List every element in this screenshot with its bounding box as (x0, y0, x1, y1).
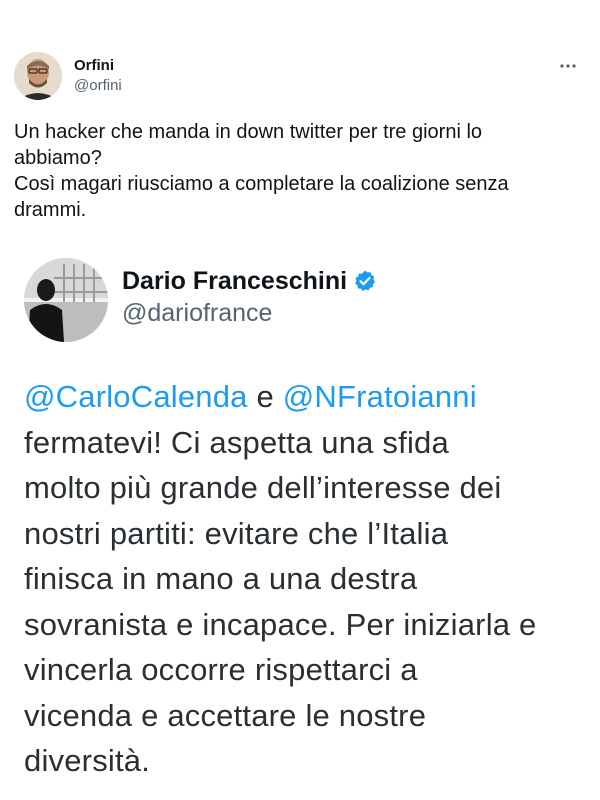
tweet-text-line: Un hacker che manda in down twitter per … (14, 121, 483, 143)
orfini-avatar-image (14, 52, 62, 100)
quoted-text-line: finisca in mano a una destra (24, 561, 418, 596)
quoted-text-line: molto più grande dell’interesse dei (24, 470, 502, 505)
quoted-text-line: vicenda e accettare le nostre (24, 697, 427, 733)
mention-link: @NFratoianni (282, 379, 477, 414)
avatar (24, 258, 108, 342)
mention-link: @CarloCalenda (24, 379, 248, 414)
quoted-tweet-header: Dario Franceschini @dariofrance (24, 258, 377, 342)
quoted-text-line: nostri partiti: evitare che l’Italia (24, 515, 449, 551)
quoted-tweet-text: @CarloCalenda e @NFratoianni fermatevi! … (24, 374, 584, 784)
franceschini-avatar-image (24, 258, 108, 342)
quoted-text-line: diversità. (24, 743, 151, 778)
quoted-user-names: Dario Franceschini @dariofrance (122, 265, 377, 329)
quoted-text-line: sovranista e incapace. Per iniziarla e (24, 606, 537, 642)
verified-badge-icon (355, 270, 376, 291)
tweet-text-line: drammi. (14, 199, 87, 221)
quoted-mentions-line: @CarloCalenda e @NFratoianni (24, 374, 584, 420)
avatar[interactable] (14, 52, 62, 100)
outer-tweet-header: Orfini @orfini (14, 52, 122, 100)
tweet-text: Un hacker che manda in down twitter per … (14, 119, 574, 223)
tweet-text-line: Così magari riusciamo a completare la co… (14, 173, 509, 195)
quoted-display-name: Dario Franceschini (122, 267, 348, 295)
outer-user-names: Orfini @orfini (74, 56, 122, 96)
quoted-text-line: fermatevi! Ci aspetta una sfida (24, 424, 449, 460)
user-handle[interactable]: @orfini (74, 76, 122, 96)
user-display-name[interactable]: Orfini (74, 56, 122, 76)
quoted-name-row: Dario Franceschini (122, 265, 377, 297)
more-horizontal-icon (560, 64, 576, 68)
tweet-text-line: abbiamo? (14, 147, 102, 169)
quoted-handle: @dariofrance (122, 299, 273, 327)
quoted-text-line: vincerla occorre rispettarci a (24, 652, 418, 687)
tweet-screenshot: Orfini @orfini Un hacker che manda in do… (0, 0, 600, 800)
more-options-button[interactable] (556, 56, 580, 76)
mention-connector: e (247, 379, 283, 414)
